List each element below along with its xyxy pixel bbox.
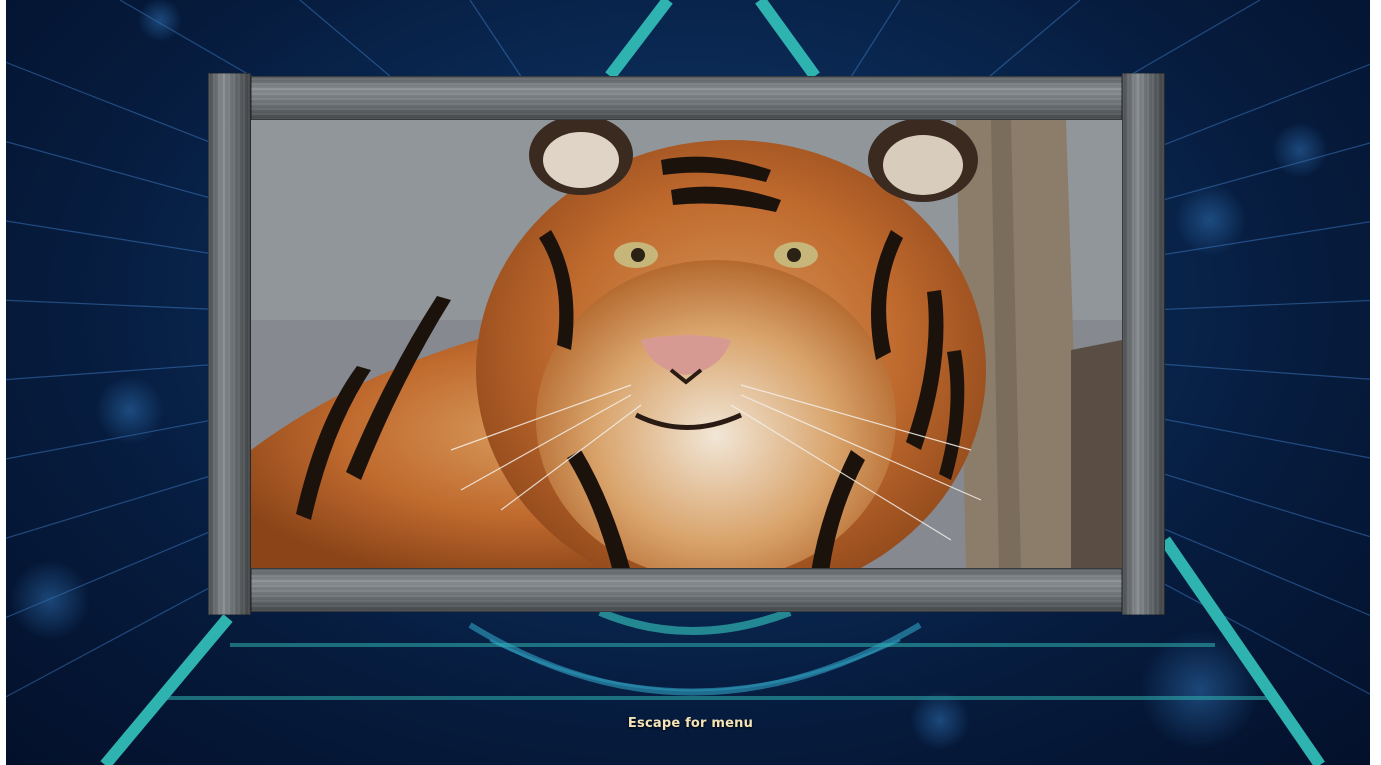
frame-rail-top: [251, 76, 1122, 120]
left-edge: [0, 0, 6, 765]
game-scene: Escape for menu: [0, 0, 1381, 765]
frame-rail-right: [1122, 73, 1165, 615]
arc-rings: [468, 608, 922, 696]
right-edge: [1370, 0, 1381, 765]
frame-rail-left: [208, 73, 251, 615]
tiger-photo-icon: [251, 120, 1122, 572]
tiger-photo: [251, 120, 1122, 572]
frame-rail-bottom: [251, 568, 1122, 612]
picture-frame: [208, 73, 1165, 615]
escape-menu-hint: Escape for menu: [627, 716, 754, 731]
